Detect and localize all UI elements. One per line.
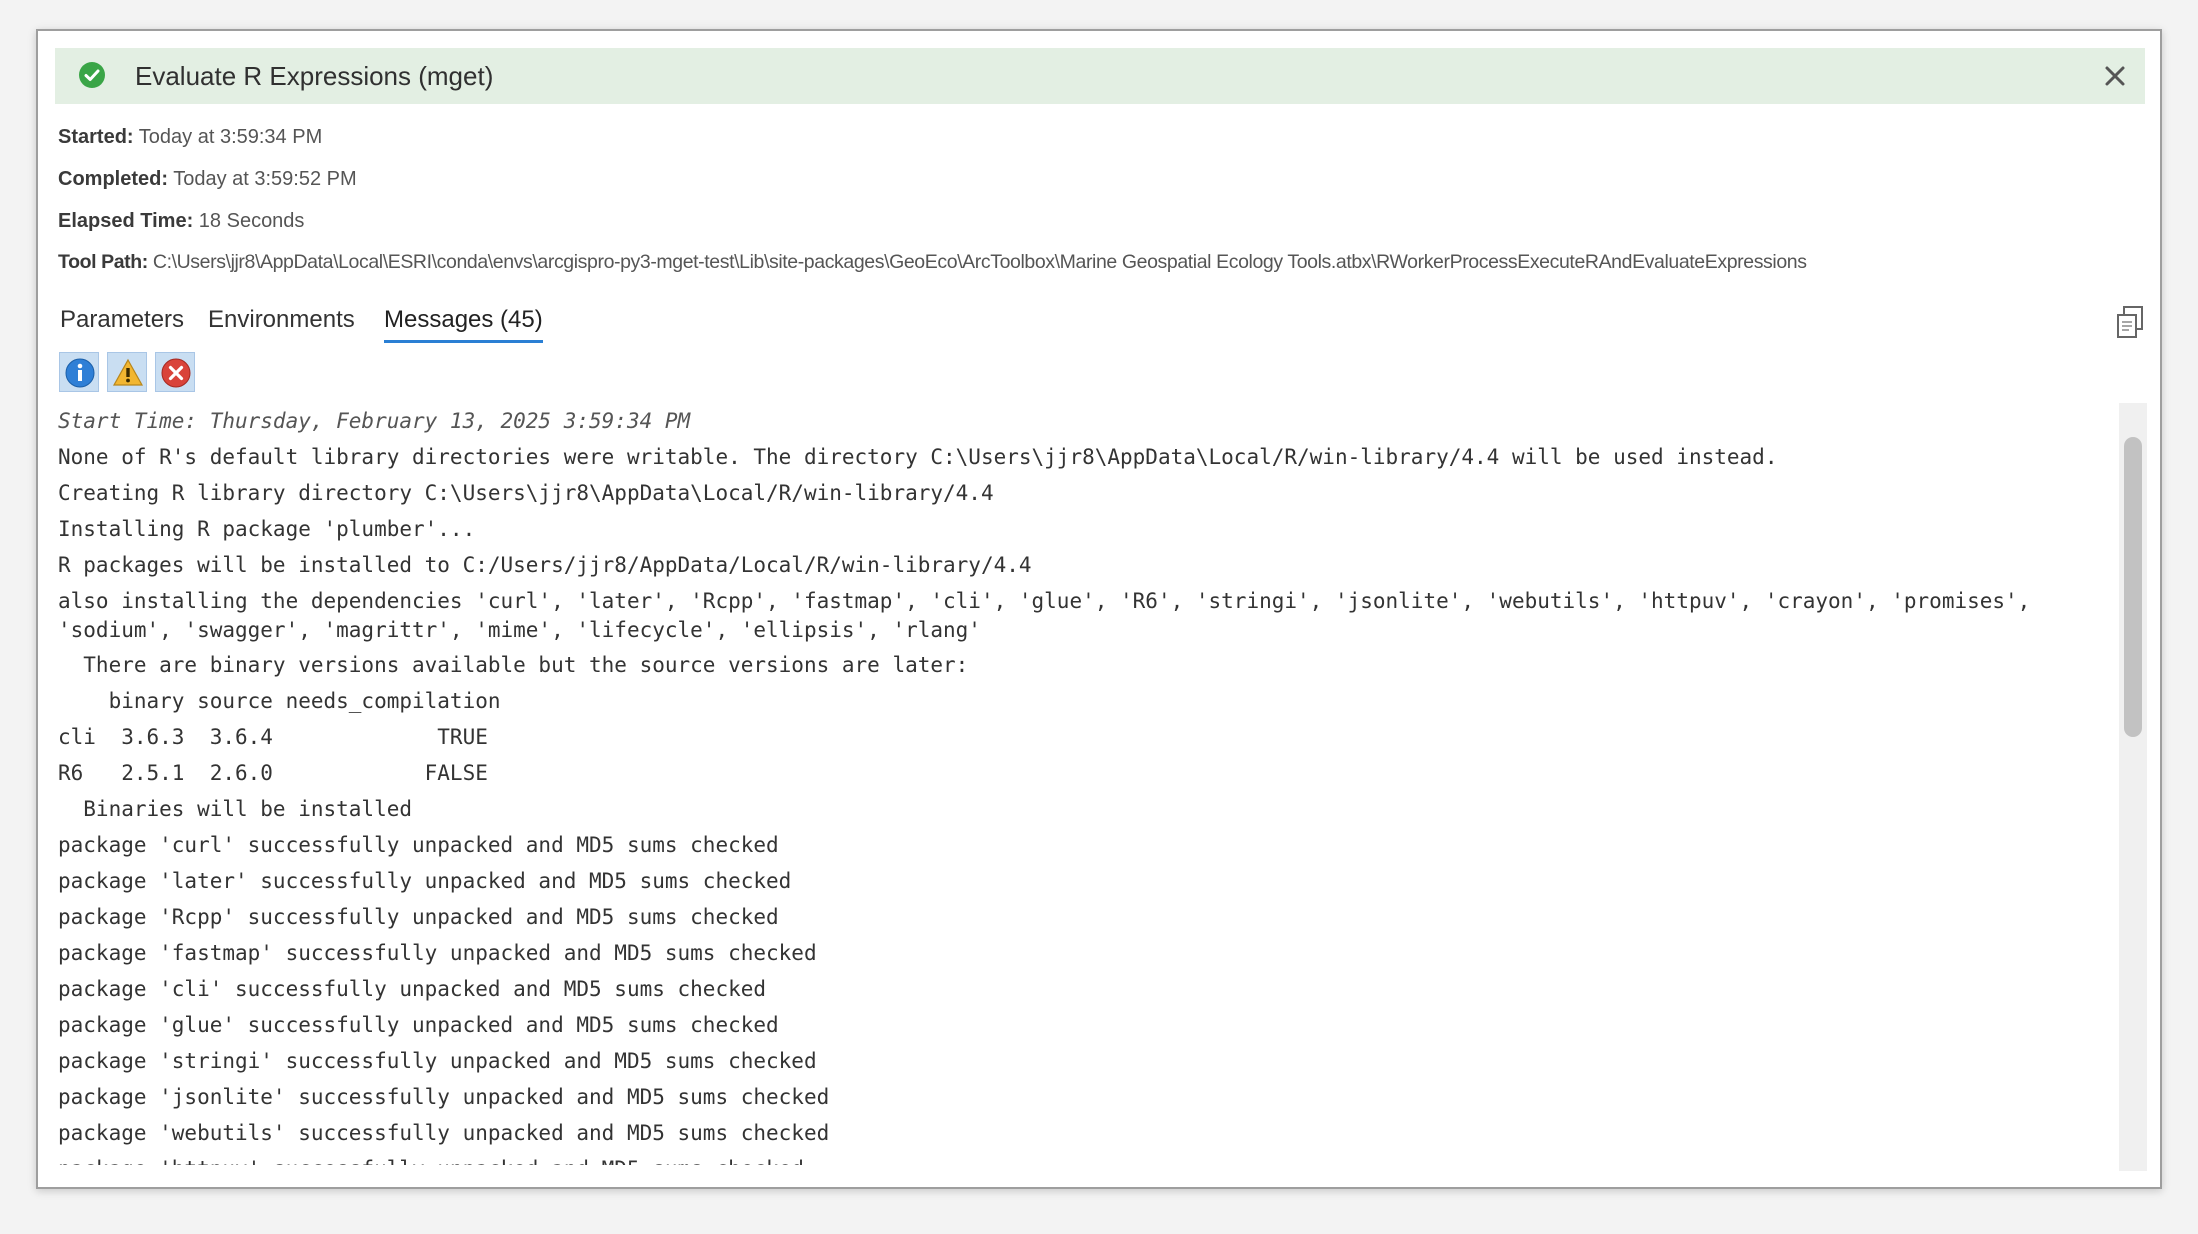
copy-icon[interactable] xyxy=(2115,305,2147,341)
started-value: Today at 3:59:34 PM xyxy=(138,126,323,148)
messages-log[interactable]: Start Time: Thursday, February 13, 2025 … xyxy=(58,403,2113,1165)
log-line: package 'httpuv' successfully unpacked a… xyxy=(58,1151,2113,1165)
log-line: package 'curl' successfully unpacked and… xyxy=(58,833,779,857)
log-line: package 'fastmap' successfully unpacked … xyxy=(58,941,817,965)
warning-filter-button[interactable] xyxy=(107,352,147,392)
log-line: Installing R package 'plumber'... xyxy=(58,517,476,541)
info-icon xyxy=(65,358,95,388)
info-filter-button[interactable] xyxy=(59,352,99,392)
log-line: package 'jsonlite' successfully unpacked… xyxy=(58,1085,830,1109)
scrollbar-thumb[interactable] xyxy=(2124,437,2142,737)
success-check-icon xyxy=(79,62,105,88)
tab-messages[interactable]: Messages (45) xyxy=(384,303,543,343)
warning-icon xyxy=(112,358,144,386)
log-line: Binaries will be installed xyxy=(58,797,413,821)
log-line: Creating R library directory C:\Users\jj… xyxy=(58,481,994,505)
log-line: package 'Rcpp' successfully unpacked and… xyxy=(58,905,779,929)
elapsed-label: Elapsed Time: xyxy=(58,210,194,232)
toolpath-label: Tool Path: xyxy=(58,251,148,273)
log-line: package 'cli' successfully unpacked and … xyxy=(58,977,767,1001)
started-row: Started: Today at 3:59:34 PM xyxy=(58,124,322,150)
log-line: binary source needs_compilation xyxy=(58,689,501,713)
tab-parameters[interactable]: Parameters xyxy=(60,303,184,337)
log-line: package 'stringi' successfully unpacked … xyxy=(58,1049,817,1073)
close-icon[interactable] xyxy=(2099,60,2131,92)
tool-result-window: Evaluate R Expressions (mget) Started: T… xyxy=(36,29,2162,1189)
elapsed-value: 18 Seconds xyxy=(198,210,305,232)
log-line: There are binary versions available but … xyxy=(58,653,969,677)
log-line: None of R's default library directories … xyxy=(58,445,1778,469)
completed-label: Completed: xyxy=(58,168,168,190)
toolpath-row: Tool Path: C:\Users\jjr8\AppData\Local\E… xyxy=(58,249,1807,275)
log-line: package 'webutils' successfully unpacked… xyxy=(58,1121,830,1145)
completed-value: Today at 3:59:52 PM xyxy=(173,168,357,190)
messages-scrollbar[interactable] xyxy=(2119,403,2147,1171)
tab-environments[interactable]: Environments xyxy=(208,303,355,337)
log-line: also installing the dependencies 'curl',… xyxy=(58,589,2031,642)
started-label: Started: xyxy=(58,126,134,148)
toolpath-value: C:\Users\jjr8\AppData\Local\ESRI\conda\e… xyxy=(152,251,1807,273)
error-filter-button[interactable] xyxy=(155,352,195,392)
log-line: R packages will be installed to C:/Users… xyxy=(58,553,1032,577)
completed-row: Completed: Today at 3:59:52 PM xyxy=(58,166,357,192)
log-line: cli 3.6.3 3.6.4 TRUE xyxy=(58,725,488,749)
log-line: Start Time: Thursday, February 13, 2025 … xyxy=(58,409,691,433)
error-icon xyxy=(161,358,191,388)
log-line: package 'glue' successfully unpacked and… xyxy=(58,1013,779,1037)
title-bar: Evaluate R Expressions (mget) xyxy=(55,48,2145,104)
log-line: R6 2.5.1 2.6.0 FALSE xyxy=(58,761,488,785)
log-line: package 'later' successfully unpacked an… xyxy=(58,869,792,893)
elapsed-row: Elapsed Time: 18 Seconds xyxy=(58,208,304,234)
window-title: Evaluate R Expressions (mget) xyxy=(135,61,494,91)
